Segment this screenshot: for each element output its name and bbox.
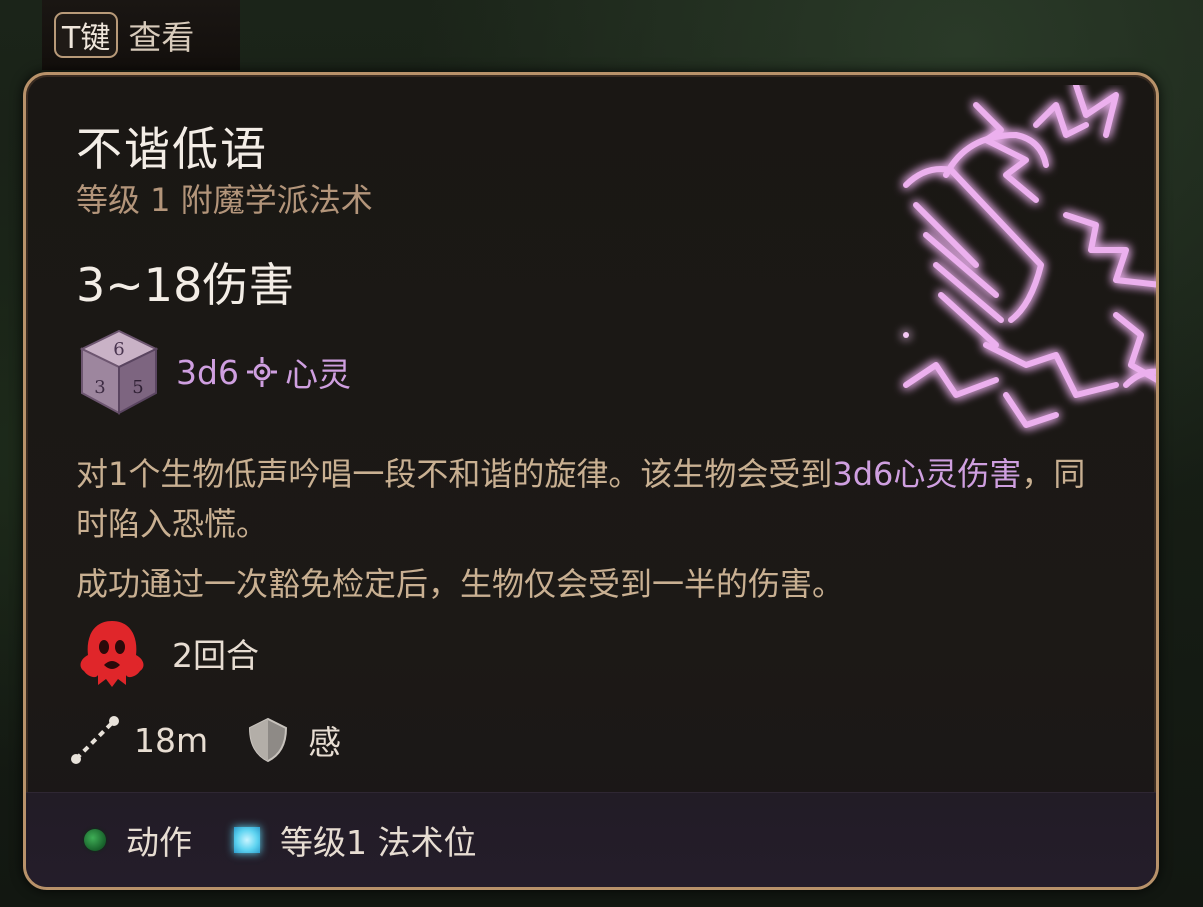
svg-text:5: 5 xyxy=(132,377,143,398)
d6-dice-icon: 6 3 5 xyxy=(79,329,159,415)
range-icon xyxy=(71,716,119,764)
description-damage-highlight[interactable]: 3d6心灵伤害 xyxy=(832,455,1021,493)
saving-throw-icon xyxy=(249,717,288,763)
hotkey-key: T键 xyxy=(54,12,119,58)
dissonant-whispers-spell-icon xyxy=(903,85,1156,428)
action-cost-label: 动作 xyxy=(126,823,192,862)
cost-footer: 动作 等级1 法术位 xyxy=(26,792,1156,887)
damage-range: 3~18伤害 xyxy=(76,258,295,312)
dice-formula: 3d6 xyxy=(176,352,239,392)
saving-throw-description: 成功通过一次豁免检定后，生物仅会受到一半的伤害。 xyxy=(76,565,845,603)
spell-name: 不谐低语 xyxy=(76,122,268,176)
description-text: 对1个生物低声吟唱一段不和谐的旋律。该生物会受到 xyxy=(76,455,833,493)
condition-duration: 2回合 xyxy=(172,636,259,675)
spell-slot-label: 等级1 法术位 xyxy=(280,823,477,862)
psychic-damage-icon xyxy=(246,357,277,387)
damage-type: 心灵 xyxy=(284,355,351,394)
svg-text:3: 3 xyxy=(94,377,105,398)
spell-tooltip-panel: 不谐低语 等级 1 附魔学派法术 3~18伤害 6 3 5 3d6 心灵 对1个… xyxy=(23,72,1159,890)
spell-range: 18m xyxy=(134,720,209,760)
svg-text:6: 6 xyxy=(113,339,124,360)
range-save-row: 18m 感 xyxy=(68,713,341,767)
damage-dice-row: 6 3 5 3d6 心灵 xyxy=(78,327,351,417)
hotkey-label: 查看 xyxy=(128,18,195,57)
fear-condition-row[interactable]: 2回合 xyxy=(74,615,259,691)
spell-slot-icon xyxy=(234,827,260,853)
examine-hotkey-hint[interactable]: T键 查看 xyxy=(42,0,240,70)
action-cost-icon xyxy=(84,829,106,851)
fear-condition-icon xyxy=(80,621,144,687)
spell-level-school: 等级 1 附魔学派法术 xyxy=(76,181,373,219)
saving-throw-ability: 感 xyxy=(308,723,342,762)
spell-description: 对1个生物低声吟唱一段不和谐的旋律。该生物会受到3d6心灵伤害，同时陷入恐慌。 xyxy=(76,449,1116,549)
